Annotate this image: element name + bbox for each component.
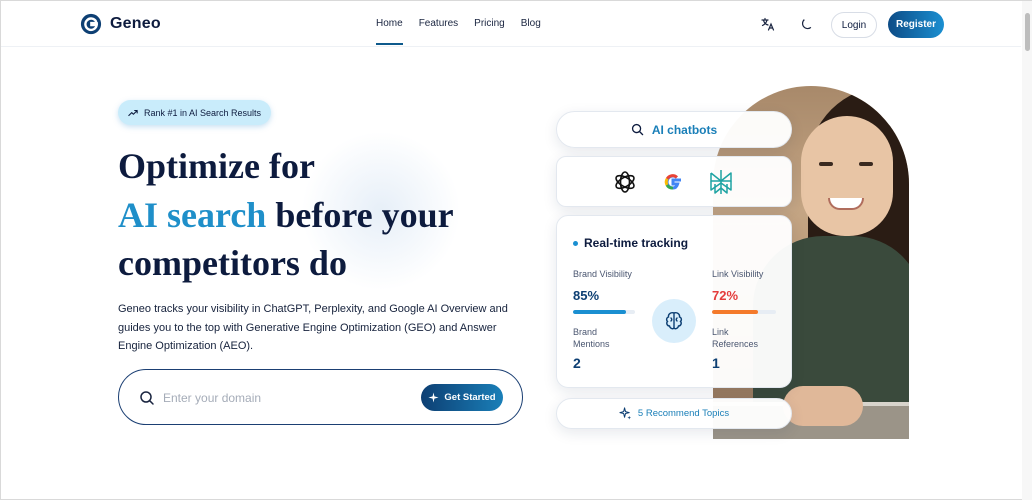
sparkle-icon bbox=[428, 392, 439, 403]
hero-description: Geneo tracks your visibility in ChatGPT,… bbox=[118, 303, 508, 352]
trending-up-icon bbox=[128, 109, 138, 116]
get-started-label: Get Started bbox=[444, 392, 496, 403]
brand-visibility-label: Brand Visibility bbox=[573, 269, 632, 279]
photo-hand bbox=[783, 386, 863, 426]
brain-icon bbox=[665, 312, 683, 330]
headline-accent: AI search bbox=[118, 194, 267, 235]
ai-platforms-card bbox=[556, 156, 792, 207]
brand-mentions-value: 2 bbox=[573, 355, 581, 371]
recommend-topics-pill[interactable]: 5 Recommend Topics bbox=[556, 398, 792, 429]
brand-visibility-bar-fill bbox=[573, 310, 626, 314]
geneo-logo-icon bbox=[80, 13, 102, 35]
login-button[interactable]: Login bbox=[831, 12, 877, 38]
get-started-button[interactable]: Get Started bbox=[421, 384, 503, 411]
photo-face bbox=[801, 116, 893, 236]
link-references-value: 1 bbox=[712, 355, 720, 371]
status-dot bbox=[573, 240, 578, 246]
headline-line-1: Optimize for bbox=[118, 146, 315, 186]
link-visibility-bar bbox=[712, 310, 776, 314]
rank-badge-label: Rank #1 in AI Search Results bbox=[144, 107, 262, 118]
brand-visibility-bar bbox=[573, 310, 635, 314]
brand-visibility-value: 85% bbox=[573, 288, 600, 303]
rank-badge: Rank #1 in AI Search Results bbox=[118, 100, 272, 125]
openai-icon bbox=[615, 171, 635, 193]
hero-headline: Optimize for AI search before your compe… bbox=[118, 142, 538, 288]
link-visibility-bar-fill bbox=[712, 310, 759, 314]
brand-logo[interactable]: Geneo bbox=[80, 13, 161, 35]
nav-features[interactable]: Features bbox=[419, 1, 458, 47]
scrollbar-thumb[interactable] bbox=[1025, 13, 1030, 51]
perplexity-icon bbox=[710, 170, 732, 194]
domain-search-box: Get Started bbox=[118, 369, 523, 425]
ai-chatbots-label: AI chatbots bbox=[651, 122, 718, 137]
real-time-tracking-card: Real-time tracking Brand Visibility 85% … bbox=[556, 215, 792, 388]
tracking-title: Real-time tracking bbox=[573, 236, 688, 250]
domain-input[interactable] bbox=[163, 386, 403, 410]
nav-home[interactable]: Home bbox=[376, 1, 403, 47]
main-nav: Home Features Pricing Blog bbox=[376, 1, 541, 47]
sparkle-icon bbox=[619, 407, 631, 420]
nav-pricing[interactable]: Pricing bbox=[474, 1, 505, 47]
link-visibility-value: 72% bbox=[712, 288, 739, 303]
page-scrollbar[interactable] bbox=[1022, 1, 1032, 500]
recommend-topics-label: 5 Recommend Topics bbox=[637, 408, 730, 419]
brand-mentions-label: Brand Mentions bbox=[573, 327, 610, 349]
tracking-title-label: Real-time tracking bbox=[584, 236, 689, 250]
google-icon bbox=[664, 174, 681, 190]
search-icon bbox=[631, 123, 644, 136]
photo-eye-left bbox=[819, 162, 833, 166]
register-button[interactable]: Register bbox=[888, 11, 944, 38]
brand-name: Geneo bbox=[110, 15, 161, 32]
nav-blog[interactable]: Blog bbox=[521, 1, 541, 47]
translate-icon[interactable] bbox=[760, 16, 776, 32]
page-frame: Geneo Home Features Pricing Blog Login R… bbox=[0, 0, 1032, 500]
headline-line-2: before your bbox=[266, 194, 454, 235]
photo-eye-right bbox=[859, 162, 873, 166]
search-icon bbox=[140, 391, 154, 405]
link-visibility-label: Link Visibility bbox=[712, 269, 764, 279]
site-header: Geneo Home Features Pricing Blog Login R… bbox=[1, 1, 1021, 47]
moon-icon[interactable] bbox=[799, 16, 815, 32]
link-references-label: Link References bbox=[712, 327, 759, 349]
ai-chatbots-pill: AI chatbots bbox=[556, 111, 792, 148]
headline-line-3: competitors do bbox=[118, 243, 347, 283]
brain-badge bbox=[652, 299, 696, 343]
